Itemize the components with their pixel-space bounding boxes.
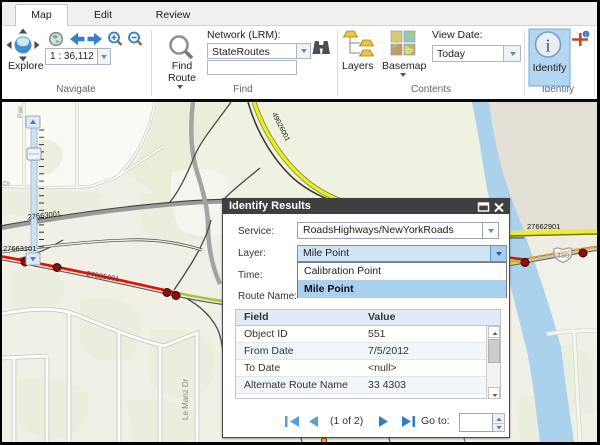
svg-text:Le Manz Dr: Le Manz Dr bbox=[181, 378, 190, 420]
svg-text:490: 490 bbox=[557, 251, 570, 260]
svg-text:27035001: 27035001 bbox=[86, 269, 120, 283]
svg-text:Pae: Pae bbox=[17, 106, 24, 118]
svg-text:27662901: 27662901 bbox=[527, 222, 560, 231]
svg-text:i: i bbox=[545, 36, 550, 56]
svg-text:Dr: Dr bbox=[3, 181, 11, 188]
svg-text:27663101: 27663101 bbox=[3, 244, 36, 253]
